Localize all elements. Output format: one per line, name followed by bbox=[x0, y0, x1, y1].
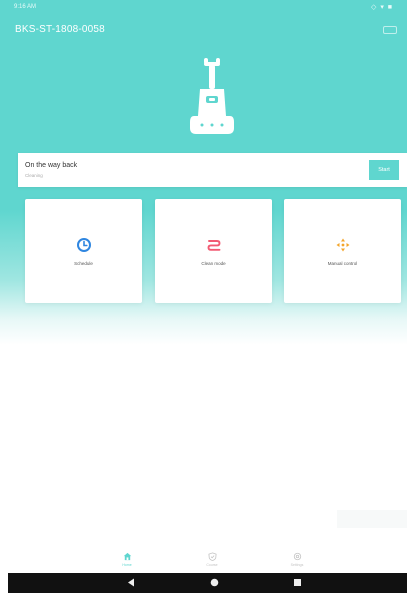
bottom-navigation: Home Course Settings bbox=[0, 548, 407, 572]
clean-mode-icon bbox=[207, 240, 220, 251]
schedule-card[interactable]: Schedule bbox=[25, 199, 142, 303]
background-block bbox=[337, 510, 407, 528]
device-title: BKS-ST-1808-0058 bbox=[15, 24, 105, 35]
status-bar: 9:16 AM ◇ ▾ ■ bbox=[0, 0, 407, 14]
clean-mode-card[interactable]: Clean mode bbox=[155, 199, 272, 303]
floor-scrubber-robot-icon bbox=[190, 58, 234, 134]
status-time: 9:16 AM bbox=[14, 4, 37, 10]
manual-control-label: Manual control bbox=[327, 261, 358, 266]
clean-mode-label: Clean mode bbox=[201, 261, 226, 266]
status-card: On the way back Cleaning Start bbox=[18, 153, 407, 187]
battery-icon bbox=[383, 26, 397, 34]
schedule-label: Schedule bbox=[74, 261, 93, 266]
nav-label-home: Home bbox=[122, 563, 132, 567]
settings-icon bbox=[293, 552, 301, 561]
status-indicators: ◇ ▾ ■ bbox=[370, 4, 393, 11]
manual-control-card[interactable]: Manual control bbox=[284, 199, 401, 303]
dpad-icon bbox=[336, 238, 349, 252]
recent-apps-icon[interactable] bbox=[293, 578, 302, 587]
robot-substatus-text: Cleaning bbox=[25, 173, 43, 178]
system-home-icon[interactable] bbox=[210, 578, 219, 587]
app-screen: 9:16 AM ◇ ▾ ■ BKS-ST-1808-0058 On the wa… bbox=[0, 0, 407, 593]
course-icon bbox=[207, 552, 217, 561]
nav-label-course: Course bbox=[206, 563, 218, 567]
nav-tab-course[interactable]: Course bbox=[192, 552, 232, 572]
system-navigation-bar bbox=[8, 573, 407, 593]
start-button[interactable]: Start bbox=[369, 160, 399, 180]
nav-label-settings: Settings bbox=[290, 563, 304, 567]
home-icon bbox=[123, 552, 131, 561]
back-icon[interactable] bbox=[127, 578, 135, 587]
robot-status-text: On the way back bbox=[25, 162, 78, 169]
nav-tab-home[interactable]: Home bbox=[107, 552, 147, 572]
clock-icon bbox=[76, 238, 91, 252]
nav-tab-settings[interactable]: Settings bbox=[277, 552, 317, 572]
